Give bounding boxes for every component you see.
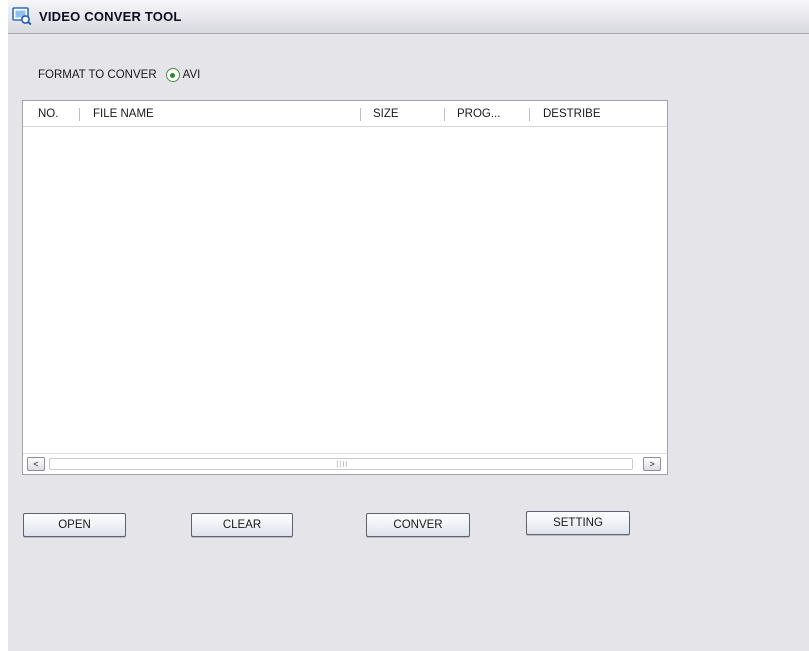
window-title: VIDEO CONVER TOOL (39, 9, 182, 24)
column-header-describe[interactable]: DESTRIBE (543, 101, 601, 127)
column-divider[interactable] (360, 108, 361, 121)
radio-selected-dot (170, 72, 176, 78)
column-divider[interactable] (444, 108, 445, 121)
chevron-left-icon: < (33, 459, 39, 469)
title-bar[interactable]: VIDEO CONVER TOOL (8, 0, 809, 34)
column-header-size[interactable]: SIZE (373, 101, 399, 127)
open-button[interactable]: OPEN (23, 513, 126, 537)
column-header-progress[interactable]: PROG... (457, 101, 500, 127)
file-table[interactable]: NO. FILE NAME SIZE PROG... DESTRIBE < > (22, 100, 668, 475)
format-label: FORMAT TO CONVER (38, 69, 157, 81)
format-selector: FORMAT TO CONVER AVI (38, 66, 200, 84)
scroll-left-button[interactable]: < (27, 457, 45, 471)
scroll-thumb-grip[interactable] (337, 461, 347, 467)
column-header-no[interactable]: NO. (38, 101, 58, 127)
clear-button[interactable]: CLEAR (191, 513, 293, 537)
setting-button[interactable]: SETTING (526, 511, 630, 535)
table-body[interactable] (23, 127, 667, 453)
table-header: NO. FILE NAME SIZE PROG... DESTRIBE (23, 101, 667, 127)
main-window: VIDEO CONVER TOOL FORMAT TO CONVER AVI N… (8, 0, 809, 651)
scroll-right-button[interactable]: > (643, 457, 661, 471)
column-divider[interactable] (529, 108, 530, 121)
horizontal-scrollbar[interactable]: < > (23, 453, 667, 474)
avi-radio-label[interactable]: AVI (183, 69, 201, 81)
column-header-file-name[interactable]: FILE NAME (93, 101, 154, 127)
scroll-track[interactable] (49, 458, 633, 470)
avi-radio-button[interactable] (165, 68, 180, 82)
column-divider[interactable] (79, 108, 80, 121)
convert-button[interactable]: CONVER (366, 513, 470, 537)
app-video-icon (12, 7, 32, 25)
chevron-right-icon: > (649, 459, 655, 469)
